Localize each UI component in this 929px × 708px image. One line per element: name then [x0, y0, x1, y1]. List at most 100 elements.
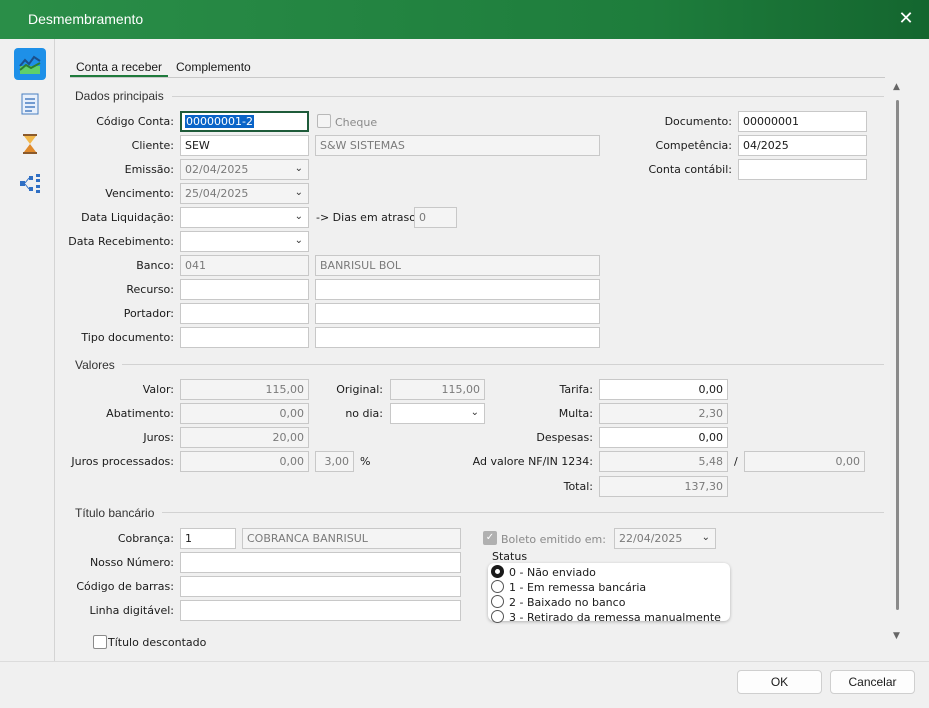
close-icon[interactable]: ✕ [893, 6, 919, 32]
portador-label: Portador: [123, 307, 174, 320]
chart-icon [19, 55, 41, 74]
linha-digitavel-input[interactable] [180, 600, 461, 621]
chevron-down-icon: ⌄ [294, 187, 303, 198]
multa-input[interactable]: 2,30 [599, 403, 728, 424]
total-label: Total: [563, 480, 593, 493]
nav-document-button[interactable] [14, 88, 46, 120]
tab-divider [70, 77, 885, 78]
cobranca-code-input[interactable]: 1 [180, 528, 236, 549]
tab-complemento[interactable]: Complemento [176, 60, 251, 74]
scroll-up-icon[interactable]: ▲ [893, 82, 900, 92]
cheque-checkbox[interactable] [317, 114, 331, 128]
nav-hourglass-button[interactable] [14, 128, 46, 160]
ok-button[interactable]: OK [737, 670, 822, 694]
title-bar: Desmembramento ✕ [0, 0, 929, 39]
boleto-emitido-label: Boleto emitido em: [501, 533, 606, 546]
total-input[interactable]: 137,30 [599, 476, 728, 497]
emissao-label: Emissão: [124, 163, 174, 176]
boleto-emitido-value: 22/04/2025 [619, 532, 683, 545]
dias-atraso-label: -> Dias em atraso: [316, 211, 420, 224]
recurso-code-input[interactable] [180, 279, 309, 300]
boleto-emitido-checkbox[interactable]: ✓ [483, 531, 497, 545]
portador-name-input[interactable] [315, 303, 600, 324]
nav-hierarchy-button[interactable] [14, 168, 46, 200]
section-titulo-bancario: Título bancário [75, 506, 155, 520]
ad-valore-2-input[interactable]: 0,00 [744, 451, 865, 472]
cancel-button[interactable]: Cancelar [830, 670, 915, 694]
conta-contabil-input[interactable] [738, 159, 867, 180]
vencimento-label: Vencimento: [105, 187, 174, 200]
dias-atraso-input[interactable]: 0 [414, 207, 457, 228]
data-recebimento-label: Data Recebimento: [68, 235, 174, 248]
codigo-conta-label: Código Conta: [96, 115, 174, 128]
vencimento-value: 25/04/2025 [185, 187, 249, 200]
vencimento-select[interactable]: 25/04/2025 ⌄ [180, 183, 309, 204]
documento-input[interactable]: 00000001 [738, 111, 867, 132]
recurso-name-input[interactable] [315, 279, 600, 300]
boleto-emitido-select[interactable]: 22/04/2025 ⌄ [614, 528, 716, 549]
nosso-numero-input[interactable] [180, 552, 461, 573]
banco-name-input[interactable]: BANRISUL BOL [315, 255, 600, 276]
cliente-code-input[interactable]: SEW [180, 135, 309, 156]
juros-percent-input[interactable]: 3,00 [315, 451, 354, 472]
status-radio-1[interactable] [491, 580, 504, 593]
portador-code-input[interactable] [180, 303, 309, 324]
tipo-documento-label: Tipo documento: [81, 331, 174, 344]
status-radio-0[interactable] [491, 565, 504, 578]
scroll-thumb[interactable] [896, 100, 899, 610]
despesas-input[interactable]: 0,00 [599, 427, 728, 448]
cheque-label: Cheque [335, 116, 378, 129]
tipo-documento-code-input[interactable] [180, 327, 309, 348]
ad-valore-input[interactable]: 5,48 [599, 451, 728, 472]
banco-code-input[interactable]: 041 [180, 255, 309, 276]
status-radio-2[interactable] [491, 595, 504, 608]
tarifa-label: Tarifa: [559, 383, 593, 396]
section-separator [172, 96, 884, 97]
competencia-input[interactable]: 04/2025 [738, 135, 867, 156]
nosso-numero-label: Nosso Número: [89, 556, 174, 569]
codigo-barras-label: Código de barras: [76, 580, 174, 593]
ad-valore-separator: / [734, 455, 738, 468]
juros-label: Juros: [143, 431, 174, 444]
documento-label: Documento: [664, 115, 732, 128]
abatimento-input[interactable]: 0,00 [180, 403, 309, 424]
section-dados-principais: Dados principais [75, 89, 164, 103]
juros-input[interactable]: 20,00 [180, 427, 309, 448]
status-radio-3[interactable] [491, 610, 504, 623]
nav-conta-button[interactable] [14, 48, 46, 80]
data-recebimento-select[interactable]: ⌄ [180, 231, 309, 252]
chevron-down-icon: ⌄ [470, 407, 479, 418]
tarifa-input[interactable]: 0,00 [599, 379, 728, 400]
linha-digitavel-label: Linha digitável: [89, 604, 174, 617]
vertical-scrollbar[interactable]: ▲ ▼ [891, 82, 905, 645]
section-separator [122, 364, 884, 365]
footer-divider [0, 661, 929, 662]
tab-conta-a-receber[interactable]: Conta a receber [76, 60, 162, 74]
hourglass-icon [23, 134, 37, 154]
abatimento-label: Abatimento: [106, 407, 174, 420]
data-liquidacao-select[interactable]: ⌄ [180, 207, 309, 228]
valor-input[interactable]: 115,00 [180, 379, 309, 400]
titulo-descontado-checkbox[interactable] [93, 635, 107, 649]
ad-valore-label: Ad valore NF/IN 1234: [472, 455, 593, 468]
active-tab-indicator [70, 75, 168, 77]
left-nav [0, 39, 55, 661]
juros-processados-input[interactable]: 0,00 [180, 451, 309, 472]
cobranca-name-input[interactable]: COBRANCA BANRISUL [242, 528, 461, 549]
status-option-3-label: 3 - Retirado da remessa manualmente [509, 611, 721, 624]
scroll-down-icon[interactable]: ▼ [893, 631, 900, 641]
percent-symbol: % [360, 455, 371, 468]
cobranca-label: Cobrança: [117, 532, 174, 545]
no-dia-select[interactable]: ⌄ [390, 403, 485, 424]
cliente-name-input[interactable]: S&W SISTEMAS [315, 135, 600, 156]
juros-processados-label: Juros processados: [71, 455, 174, 468]
section-separator [162, 512, 884, 513]
emissao-select[interactable]: 02/04/2025 ⌄ [180, 159, 309, 180]
multa-label: Multa: [558, 407, 593, 420]
data-liquidacao-label: Data Liquidação: [81, 211, 174, 224]
codigo-barras-input[interactable] [180, 576, 461, 597]
tipo-documento-name-input[interactable] [315, 327, 600, 348]
codigo-conta-input[interactable]: 00000001-2 [180, 111, 309, 132]
original-input[interactable]: 115,00 [390, 379, 485, 400]
competencia-label: Competência: [655, 139, 732, 152]
